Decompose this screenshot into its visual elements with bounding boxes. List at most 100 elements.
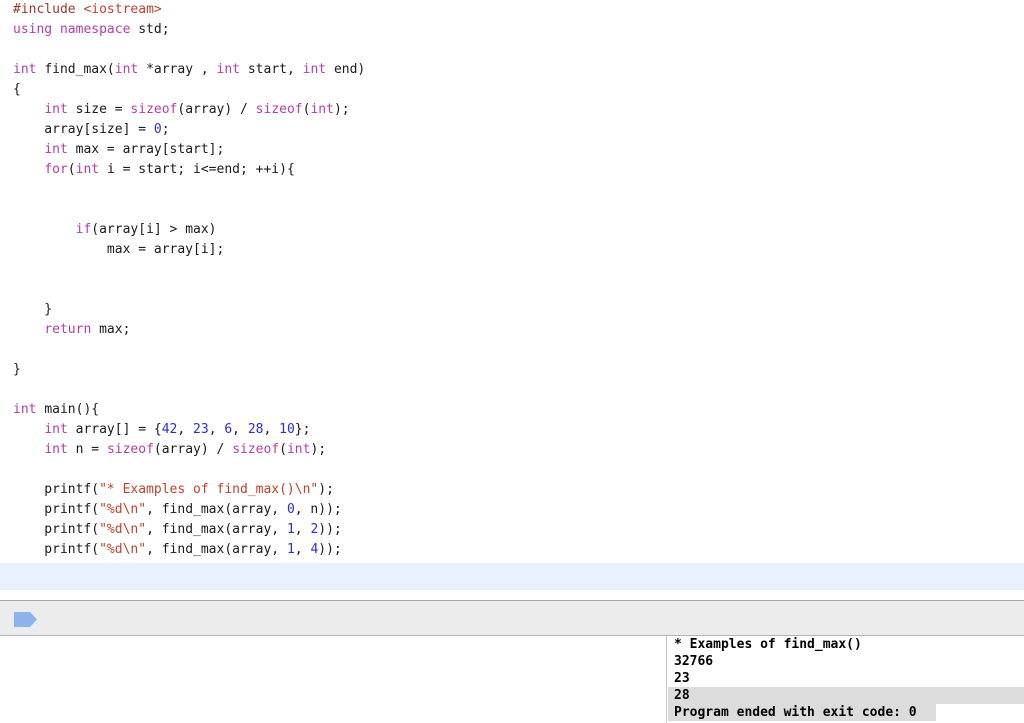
code-token: if — [75, 222, 92, 237]
code-token: start, — [247, 62, 303, 77]
code-token: ); — [310, 442, 327, 457]
code-line[interactable]: max = array[i]; — [0, 240, 1024, 260]
code-line[interactable]: printf("%d\n", find_max(array, 0, n)); — [0, 500, 1024, 520]
code-token: 1 — [286, 522, 295, 537]
code-token: 1 — [286, 542, 295, 557]
code-token: <iostream> — [83, 2, 162, 17]
code-token: "%d\n" — [99, 542, 147, 557]
code-line[interactable]: for(int i = start; i<=end; ++i){ — [0, 160, 1024, 180]
code-token: , — [177, 422, 194, 437]
code-token: using namespace — [13, 22, 139, 37]
code-token: } — [13, 302, 53, 317]
code-token: array[size] = — [13, 122, 154, 137]
code-line[interactable] — [0, 460, 1024, 480]
code-token: max = array[i]; — [13, 242, 225, 257]
code-line[interactable] — [0, 380, 1024, 400]
code-token: int — [44, 142, 76, 157]
code-token: "* Examples of find_max()\n" — [99, 482, 319, 497]
code-token: return — [44, 322, 100, 337]
code-line[interactable]: printf("%d\n", find_max(array, 1, 2)); — [0, 520, 1024, 540]
code-line[interactable]: { — [0, 80, 1024, 100]
console-line: 32766 — [674, 654, 714, 669]
code-line[interactable]: #include <iostream> — [0, 0, 1024, 20]
code-line[interactable] — [0, 180, 1024, 200]
code-token: )); — [318, 522, 342, 537]
code-line[interactable] — [0, 280, 1024, 300]
code-token: , — [208, 422, 225, 437]
debug-area: * Examples of find_max() 32766 23 28 Program… — [0, 636, 1024, 723]
debug-toolbar[interactable] — [0, 600, 1024, 636]
code-token: int — [286, 442, 311, 457]
code-line[interactable]: int max = array[start]; — [0, 140, 1024, 160]
code-token: , — [263, 422, 280, 437]
code-token: ; — [161, 122, 170, 137]
code-token: ); — [318, 482, 334, 497]
code-token: n = — [75, 442, 107, 457]
code-lines-container[interactable]: #include <iostream> using namespace std; … — [0, 0, 1024, 560]
code-token: printf( — [13, 502, 100, 517]
code-token: end) — [333, 62, 366, 77]
code-token: 42 — [161, 422, 178, 437]
code-line[interactable]: if(array[i] > max) — [0, 220, 1024, 240]
console-lines-container[interactable]: * Examples of find_max() 32766 23 28 Program… — [668, 636, 1024, 721]
code-line[interactable]: int array[] = {42, 23, 6, 28, 10}; — [0, 420, 1024, 440]
console-output[interactable]: * Examples of find_max() 32766 23 28 Program… — [668, 636, 1024, 723]
code-token: int — [13, 402, 45, 417]
code-token: 0 — [286, 502, 295, 517]
code-line[interactable]: int size = sizeof(array) / sizeof(int); — [0, 100, 1024, 120]
code-token: int — [114, 62, 147, 77]
code-line[interactable]: } — [0, 300, 1024, 320]
code-line[interactable]: } — [0, 360, 1024, 380]
code-token: sizeof — [232, 442, 280, 457]
code-editor[interactable]: #include <iostream> using namespace std; … — [0, 0, 1024, 563]
variables-view[interactable] — [0, 636, 667, 723]
code-token: printf( — [13, 542, 100, 557]
code-token: printf( — [13, 482, 100, 497]
code-token: int — [75, 162, 107, 177]
code-token: int — [13, 62, 45, 77]
code-line[interactable]: printf("%d\n", find_max(array, 1, 4)); — [0, 540, 1024, 560]
code-token: sizeof — [255, 102, 303, 117]
ide-window: #include <iostream> using namespace std; … — [0, 0, 1024, 723]
code-token: int — [44, 422, 76, 437]
code-line[interactable]: int find_max(int *array , int start, int… — [0, 60, 1024, 80]
console-line: 28 — [668, 687, 1024, 704]
code-line[interactable]: array[size] = 0; — [0, 120, 1024, 140]
code-line[interactable]: return max; — [0, 320, 1024, 340]
code-line[interactable] — [0, 200, 1024, 220]
code-line[interactable] — [0, 340, 1024, 360]
code-line[interactable]: int main(){ — [0, 400, 1024, 420]
code-token: i = start; i<=end; ++i){ — [106, 162, 295, 177]
code-token: (array) / — [177, 102, 256, 117]
code-token: (array[i] > max) — [91, 222, 217, 237]
code-line[interactable] — [0, 260, 1024, 280]
code-token: , find_max(array, — [146, 522, 287, 537]
breakpoint-tag-icon[interactable] — [14, 612, 38, 627]
code-token: , — [232, 422, 248, 437]
code-token: 0 — [153, 122, 162, 137]
code-line[interactable]: printf("* Examples of find_max()\n"); — [0, 480, 1024, 500]
code-line[interactable]: int n = sizeof(array) / sizeof(int); — [0, 440, 1024, 460]
code-token: int — [44, 102, 76, 117]
code-token: sizeof — [106, 442, 154, 457]
code-token: , find_max(array, — [146, 542, 287, 557]
code-token: main(){ — [44, 402, 100, 417]
code-line[interactable] — [0, 40, 1024, 60]
code-token: } — [13, 362, 21, 377]
code-token: std; — [138, 22, 170, 37]
code-token: int — [310, 102, 334, 117]
code-line[interactable]: using namespace std; — [0, 20, 1024, 40]
code-token: "%d\n" — [99, 522, 147, 537]
code-token: 23 — [193, 422, 209, 437]
code-token: sizeof — [130, 102, 178, 117]
code-token: ( — [279, 442, 287, 457]
editor-bottom-gap — [0, 590, 1024, 600]
code-token: "%d\n" — [99, 502, 147, 517]
code-token: for — [44, 162, 68, 177]
code-token: , find_max(array, — [146, 502, 287, 517]
